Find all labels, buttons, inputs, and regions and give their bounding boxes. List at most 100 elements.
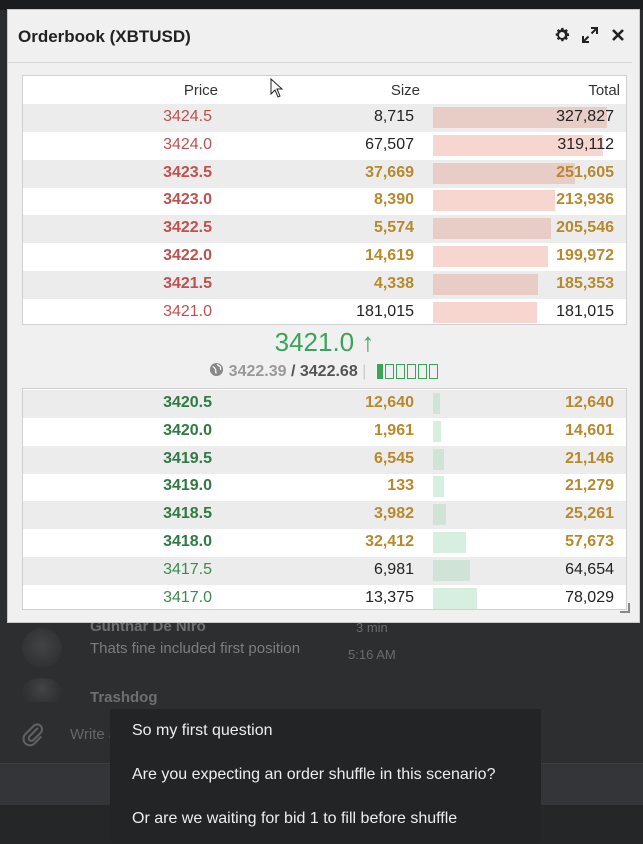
bid-depth-bar [433,393,441,414]
close-icon[interactable] [609,26,627,44]
resize-handle[interactable] [620,603,630,613]
bid-row[interactable]: 3417.0 13,375 78,029 [23,585,626,613]
arrow-up-icon: ↑ [361,327,375,357]
ask-total: 185,353 [556,274,614,292]
ask-total: 199,972 [556,247,614,264]
popup-item[interactable]: Or are we waiting for bid 1 to fill befo… [132,810,457,828]
mark-index-line: 3422.39 / 3422.68 | [22,362,627,382]
bid-row[interactable]: 3420.0 1,961 14,601 [23,418,626,446]
gear-icon[interactable] [553,26,571,44]
header-size[interactable]: Size [23,82,420,99]
bid-size[interactable]: 12,640 [23,394,414,412]
bid-size[interactable]: 1,961 [23,422,414,440]
ask-row[interactable]: 3423.0 8,390 213,936 [23,187,626,215]
window-title: Orderbook (XBTUSD) [18,27,191,46]
liquidity-meter[interactable] [376,363,440,381]
ask-row[interactable]: 3424.0 67,507 319,112 [23,132,626,160]
ask-size[interactable]: 8,390 [23,191,414,209]
chat-author-name[interactable]: Trashdog [90,689,158,706]
ask-size[interactable]: 37,669 [23,164,414,182]
ask-row[interactable]: 3423.5 37,669 251,605 [23,159,626,188]
popup-item[interactable]: Are you expecting an order shuffle in th… [132,766,495,784]
price-separator: / [290,363,296,381]
ask-total: 251,605 [556,163,614,181]
ask-depth-bar [433,301,537,323]
bid-row[interactable]: 3419.5 6,545 21,146 [23,445,626,474]
bid-depth-bar [433,559,470,581]
ask-size[interactable]: 5,574 [23,219,414,237]
bid-total: 57,673 [565,533,614,550]
bid-row[interactable]: 3419.0 133 21,279 [23,473,626,501]
ask-size[interactable]: 8,715 [23,108,414,126]
expand-icon[interactable] [581,26,599,44]
bid-depth-bar [433,420,442,442]
ask-row[interactable]: 3422.0 14,619 199,972 [23,243,626,271]
ask-depth-bar [433,218,552,240]
bid-total: 21,146 [565,449,614,467]
bid-depth-bar [433,476,445,498]
liquidity-segment [395,364,405,380]
asks-table: Price Size Total 3424.5 8,715 327,827 3424.… [22,75,627,325]
globe-icon[interactable] [209,362,224,382]
bid-row[interactable]: 3420.5 12,640 12,640 [23,390,626,418]
avatar[interactable] [22,678,62,702]
bid-total: 21,279 [565,477,614,495]
liquidity-segment [406,364,416,380]
popup-item[interactable]: So my first question [132,722,273,740]
ask-size[interactable]: 4,338 [23,275,414,293]
avatar[interactable] [22,628,62,668]
ask-depth-bar [433,246,548,267]
bids-table: 3420.5 12,640 12,640 3420.0 1,961 14,601 3419.… [22,388,627,610]
bid-size[interactable]: 3,982 [23,505,414,523]
ask-total: 205,546 [556,219,614,237]
last-price: 3421.0 ↑ [22,327,627,358]
bid-size[interactable]: 6,981 [23,561,414,579]
last-price-value: 3421.0 [274,327,355,357]
ask-total: 327,827 [556,108,614,125]
bid-size[interactable]: 32,412 [23,533,414,551]
ask-total: 181,015 [556,302,614,320]
bid-total: 25,261 [565,505,614,523]
index-price[interactable]: 3422.68 [300,363,358,380]
chat-message-text: Thats fine included first position [90,640,301,657]
bid-row[interactable]: 3418.0 32,412 57,673 [23,529,626,557]
mid-price-block: 3421.0 ↑ 3422.39 / 3422.68 | [22,327,627,387]
window-controls [553,26,627,44]
liquidity-segment [376,364,383,380]
bid-depth-bar [433,532,467,553]
bid-total: 78,029 [565,588,614,606]
message-options-popup: So my first question Are you expecting a… [110,709,541,842]
ask-row[interactable]: 3422.5 5,574 205,546 [23,215,626,244]
table-header: Price Size Total [23,76,626,104]
bid-depth-bar [433,448,445,470]
chat-time: 5:16 AM [348,647,396,662]
ask-size[interactable]: 14,619 [23,247,414,265]
bid-total: 14,601 [565,421,614,439]
liquidity-segment [417,364,427,380]
liquidity-segment [428,364,438,380]
bid-depth-bar [433,504,446,526]
mouse-cursor-icon [270,77,284,98]
ask-depth-bar [433,162,576,184]
bid-row[interactable]: 3417.5 6,981 64,654 [23,556,626,585]
bid-size[interactable]: 13,375 [23,589,414,607]
ask-total: 319,112 [557,135,614,153]
liquidity-segment [384,364,394,380]
header-total[interactable]: Total [588,82,620,99]
ask-row[interactable]: 3421.0 181,015 181,015 [23,299,626,327]
ask-row[interactable]: 3424.5 8,715 327,827 [23,104,626,132]
bid-total: 64,654 [565,560,614,578]
paperclip-icon[interactable] [20,722,48,750]
divider: | [362,363,367,381]
bid-size[interactable]: 133 [23,477,414,495]
bid-size[interactable]: 6,545 [23,450,414,468]
ask-total: 213,936 [556,191,614,209]
bid-row[interactable]: 3418.5 3,982 25,261 [23,501,626,530]
ask-depth-bar [433,273,539,295]
ask-size[interactable]: 181,015 [23,303,414,321]
ask-row[interactable]: 3421.5 4,338 185,353 [23,270,626,299]
mark-price[interactable]: 3422.39 [229,363,287,380]
ask-size[interactable]: 67,507 [23,136,414,154]
divider [8,62,632,63]
bid-total: 12,640 [565,394,614,411]
